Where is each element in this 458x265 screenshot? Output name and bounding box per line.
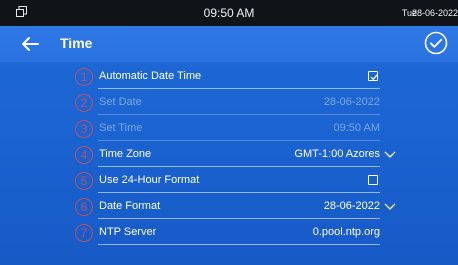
annotation-number: 7 [75, 224, 93, 242]
set-date-value: 28-06-2022 [323, 96, 380, 108]
row-divider [98, 140, 380, 141]
setting-row-24-hour-format[interactable]: 5 Use 24-Hour Format [0, 169, 458, 195]
annotation-number: 1 [75, 68, 93, 86]
title-bar: Time [0, 26, 458, 62]
row-divider [98, 192, 380, 193]
annotation-number: 5 [75, 172, 93, 190]
page-title: Time [60, 35, 93, 51]
setting-label: Time Zone [99, 148, 152, 160]
checkmark-icon [370, 74, 378, 81]
ntp-server-input[interactable]: 0.pool.ntp.org [313, 226, 380, 238]
chevron-down-icon[interactable] [384, 151, 396, 159]
setting-label: Set Time [99, 122, 143, 134]
setting-label: Set Date [99, 96, 142, 108]
setting-label: Date Format [99, 200, 161, 212]
setting-row-time-zone[interactable]: 4 Time Zone GMT-1:00 Azores [0, 143, 458, 169]
annotation-number: 4 [75, 146, 93, 164]
check-circle-icon[interactable] [424, 31, 448, 55]
setting-row-date-format[interactable]: 6 Date Format 28-06-2022 [0, 195, 458, 221]
setting-row-automatic-date-time[interactable]: 1 Automatic Date Time [0, 65, 458, 91]
setting-row-ntp-server[interactable]: 7 NTP Server 0.pool.ntp.org [0, 221, 458, 247]
setting-row-set-time: 3 Set Time 09:50 AM [0, 117, 458, 143]
setting-row-set-date: 2 Set Date 28-06-2022 [0, 91, 458, 117]
date-format-select[interactable]: 28-06-2022 [324, 200, 380, 212]
status-date: 28-06-2022 [411, 8, 458, 18]
row-divider [98, 218, 380, 219]
annotation-number: 6 [75, 198, 93, 216]
setting-label: Use 24-Hour Format [99, 174, 200, 186]
set-time-value: 09:50 AM [333, 122, 380, 134]
device-screen: 09:50 AM Tue 28-06-2022 Time 1 Automatic… [0, 0, 458, 265]
setting-label: NTP Server [99, 226, 157, 238]
row-divider [98, 244, 380, 245]
annotation-number: 2 [75, 94, 93, 112]
time-zone-select[interactable]: GMT-1:00 Azores [294, 148, 380, 160]
row-divider [98, 114, 380, 115]
row-divider [98, 166, 380, 167]
setting-label: Automatic Date Time [99, 70, 202, 82]
chevron-down-icon[interactable] [384, 203, 396, 211]
row-divider [98, 88, 380, 89]
use-24-hour-format-checkbox[interactable] [368, 175, 378, 185]
status-clock: 09:50 AM [203, 6, 255, 20]
annotation-number: 3 [75, 120, 93, 138]
automatic-date-time-checkbox[interactable] [368, 71, 378, 81]
arrow-left-icon[interactable] [20, 35, 40, 53]
status-bar: 09:50 AM Tue 28-06-2022 [0, 0, 458, 26]
